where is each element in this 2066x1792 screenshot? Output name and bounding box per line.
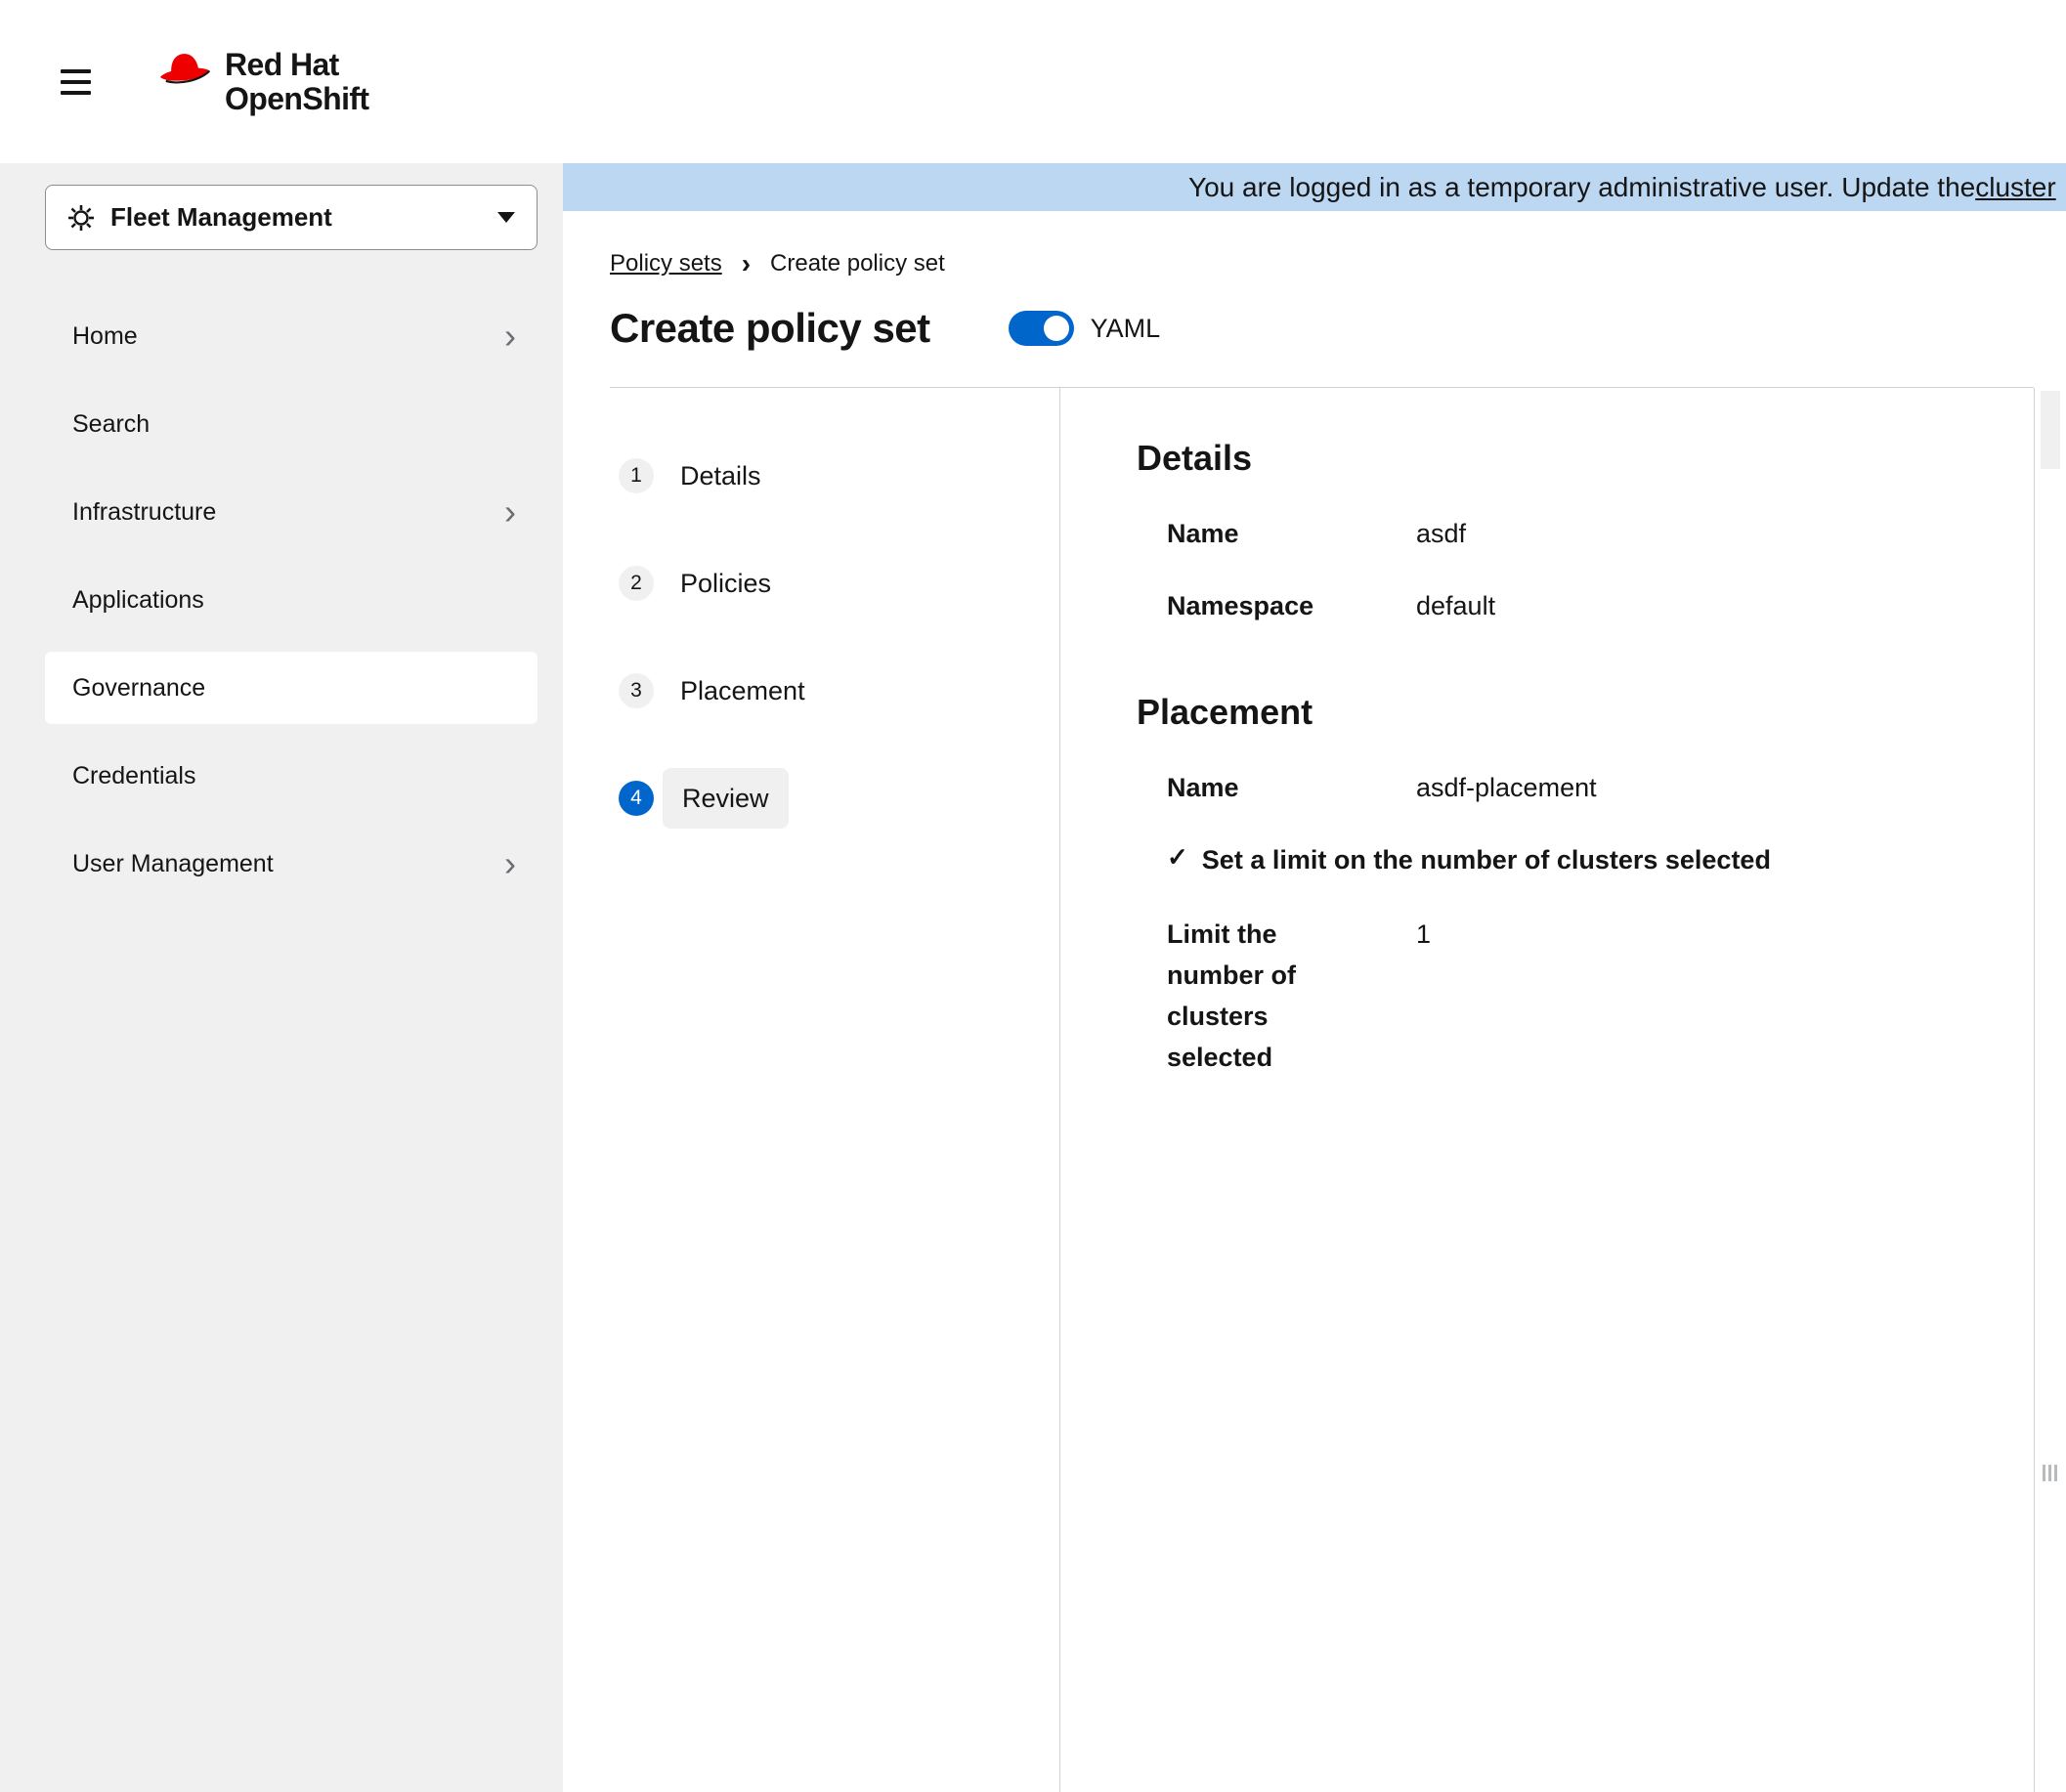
- placement-row-name: Name asdf-placement: [1167, 769, 2034, 806]
- chevron-right-icon: ›: [504, 854, 516, 874]
- detail-label: Namespace: [1167, 587, 1416, 624]
- sidebar-item-credentials[interactable]: Credentials: [45, 740, 538, 812]
- brand-text: Red Hat OpenShift: [225, 48, 368, 116]
- hamburger-icon: [61, 69, 91, 73]
- body-row: Fleet Management Home › Search Infrastru…: [0, 163, 2066, 1792]
- app-root: Red Hat OpenShift Fleet Management: [0, 0, 2066, 1792]
- brand-line1: Red Hat: [225, 48, 368, 82]
- drawer-edge-rail: [2034, 388, 2066, 1792]
- detail-label: Name: [1167, 769, 1416, 806]
- placement-list: Name asdf-placement: [1167, 769, 2034, 806]
- step-number: 3: [619, 673, 654, 708]
- sidebar-item-applications[interactable]: Applications: [45, 564, 538, 636]
- step-number: 4: [619, 781, 654, 816]
- review-panel: Details Name asdf Namespace default Plac…: [1060, 388, 2034, 1792]
- step-number: 1: [619, 458, 654, 493]
- placement-heading: Placement: [1137, 691, 2034, 734]
- chevron-right-icon: ›: [504, 502, 516, 522]
- grip-bar: [2054, 1465, 2057, 1481]
- redhat-openshift-logo: Red Hat OpenShift: [154, 48, 368, 116]
- sidebar-item-user-management[interactable]: User Management ›: [45, 828, 538, 900]
- detail-value: asdf: [1416, 515, 1466, 552]
- yaml-toggle-group: YAML: [1009, 311, 1161, 346]
- step-label: Review: [663, 768, 789, 829]
- yaml-toggle[interactable]: [1009, 311, 1074, 346]
- page-header: Policy sets › Create policy set Create p…: [563, 211, 2066, 388]
- detail-label: Name: [1167, 515, 1416, 552]
- cluster-limit-checkbox-line: ✓ Set a limit on the number of clusters …: [1167, 841, 2034, 878]
- grip-bar: [2043, 1465, 2045, 1481]
- sidebar-nav: Home › Search Infrastructure › Applicati…: [0, 300, 563, 900]
- step-label: Policies: [680, 569, 771, 599]
- yaml-toggle-label: YAML: [1091, 314, 1161, 344]
- chevron-right-icon: ›: [742, 252, 751, 276]
- page-title: Create policy set: [610, 305, 930, 352]
- menu-toggle-button[interactable]: [61, 61, 106, 104]
- step-number: 2: [619, 566, 654, 601]
- wizard-step-details[interactable]: 1 Details: [563, 422, 1059, 530]
- grip-bar: [2048, 1465, 2051, 1481]
- detail-row-namespace: Namespace default: [1167, 587, 2034, 624]
- detail-row-name: Name asdf: [1167, 515, 2034, 552]
- step-label: Placement: [680, 676, 805, 706]
- check-icon: ✓: [1167, 838, 1188, 875]
- perspective-label: Fleet Management: [110, 202, 482, 233]
- sidebar-item-label: Search: [72, 410, 150, 439]
- limit-label: Limit the number of clusters selected: [1167, 914, 1416, 1078]
- scrollbar-thumb[interactable]: [2041, 391, 2060, 469]
- sidebar-item-label: Governance: [72, 674, 205, 703]
- fleet-management-icon: [67, 204, 95, 232]
- sidebar-item-label: Applications: [72, 586, 204, 615]
- masthead: Red Hat OpenShift: [0, 0, 2066, 163]
- sidebar-item-label: Credentials: [72, 762, 195, 790]
- redhat-hat-icon: [152, 44, 217, 93]
- sidebar-item-search[interactable]: Search: [45, 388, 538, 460]
- sidebar-item-label: User Management: [72, 850, 274, 878]
- breadcrumb-current: Create policy set: [770, 250, 945, 277]
- sidebar-item-infrastructure[interactable]: Infrastructure ›: [45, 476, 538, 548]
- sidebar-item-governance[interactable]: Governance: [45, 652, 538, 724]
- cluster-limit-checkbox-label: Set a limit on the number of clusters se…: [1202, 841, 1771, 878]
- yaml-toggle-knob: [1044, 316, 1069, 341]
- main-area: You are logged in as a temporary adminis…: [563, 163, 2066, 1792]
- temporary-admin-banner: You are logged in as a temporary adminis…: [563, 163, 2066, 211]
- limit-row: Limit the number of clusters selected 1: [1167, 914, 2034, 1078]
- chevron-right-icon: ›: [504, 326, 516, 346]
- drawer-resize-handle[interactable]: [2043, 1465, 2057, 1481]
- breadcrumb: Policy sets › Create policy set: [610, 250, 2066, 277]
- sidebar-item-label: Home: [72, 322, 138, 351]
- title-row: Create policy set YAML: [610, 305, 2066, 352]
- step-label: Details: [680, 461, 761, 491]
- caret-down-icon: [497, 212, 515, 223]
- brand-line2: OpenShift: [225, 82, 368, 116]
- detail-value: asdf-placement: [1416, 769, 1597, 806]
- wizard: 1 Details 2 Policies 3 Placement 4 Revie…: [563, 388, 2066, 1792]
- detail-value: default: [1416, 587, 1495, 624]
- breadcrumb-policy-sets-link[interactable]: Policy sets: [610, 250, 722, 277]
- wizard-step-policies[interactable]: 2 Policies: [563, 530, 1059, 637]
- cluster-oauth-link[interactable]: cluster: [1975, 172, 2055, 203]
- details-heading: Details: [1137, 437, 2034, 480]
- limit-value: 1: [1416, 914, 1431, 1078]
- details-list: Name asdf Namespace default: [1167, 515, 2034, 624]
- wizard-step-placement[interactable]: 3 Placement: [563, 637, 1059, 745]
- wizard-steps-nav: 1 Details 2 Policies 3 Placement 4 Revie…: [563, 388, 1060, 1792]
- banner-text: You are logged in as a temporary adminis…: [1188, 172, 1975, 203]
- sidebar: Fleet Management Home › Search Infrastru…: [0, 163, 563, 1792]
- wizard-step-review[interactable]: 4 Review: [563, 745, 1059, 852]
- sidebar-item-home[interactable]: Home ›: [45, 300, 538, 372]
- perspective-selector[interactable]: Fleet Management: [45, 185, 538, 250]
- sidebar-item-label: Infrastructure: [72, 498, 216, 527]
